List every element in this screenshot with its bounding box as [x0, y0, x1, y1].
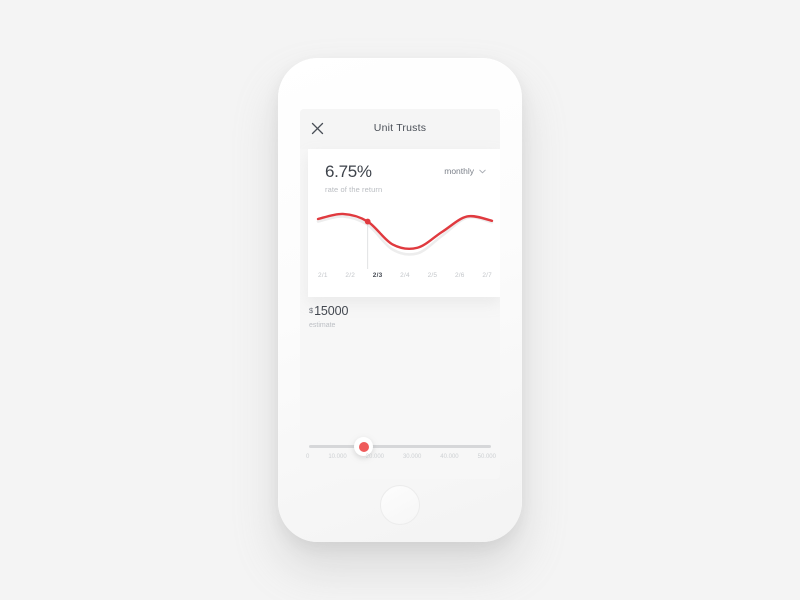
- slider-tick: 20.000: [365, 454, 384, 460]
- rate-caption: rate of the return: [325, 185, 383, 194]
- estimate-caption: estimate: [309, 321, 336, 329]
- slider-scale: 0 10.000 20.000 30.000 40.000 50.000: [306, 454, 496, 460]
- axis-tick: 2/6: [454, 272, 465, 279]
- axis-tick: 2/2: [345, 272, 356, 279]
- slider-tick: 50.000: [477, 454, 496, 460]
- axis-tick: 2/5: [427, 272, 438, 279]
- chevron-down-icon: [479, 169, 486, 174]
- estimate-amount: 15000: [314, 304, 349, 318]
- chart-card: 6.75% rate of the return monthly 2/1 2/2…: [308, 149, 500, 297]
- axis-tick: 2/7: [482, 272, 492, 279]
- axis-tick: 2/1: [318, 272, 328, 279]
- slider-track[interactable]: [309, 445, 491, 448]
- estimate-block: $15000 estimate: [309, 305, 348, 329]
- phone-device-frame: Unit Trusts 6.75% rate of the return mon…: [278, 58, 522, 542]
- slider-tick: 10.000: [328, 454, 347, 460]
- estimate-currency: $: [309, 306, 314, 315]
- axis-tick: 2/4: [400, 272, 410, 279]
- slider-tick: 40.000: [440, 454, 459, 460]
- axis-tick-active: 2/3: [372, 272, 383, 279]
- estimate-value: $15000: [309, 305, 348, 318]
- period-dropdown[interactable]: monthly: [444, 166, 486, 176]
- home-button[interactable]: [380, 485, 420, 525]
- app-bar: Unit Trusts: [300, 109, 500, 149]
- slider-tick: 30.000: [402, 454, 422, 460]
- period-dropdown-label: monthly: [444, 166, 474, 176]
- page-title: Unit Trusts: [373, 122, 427, 134]
- phone-screen: Unit Trusts 6.75% rate of the return mon…: [300, 109, 500, 479]
- estimate-slider[interactable]: 0 10.000 20.000 30.000 40.000 50.000: [306, 437, 496, 465]
- chart-x-axis: 2/1 2/2 2/3 2/4 2/5 2/6 2/7: [318, 272, 492, 279]
- slider-tick: 0: [306, 454, 310, 460]
- return-line-chart: [308, 197, 500, 269]
- rate-of-return-block: 6.75% rate of the return: [325, 163, 382, 194]
- rate-value: 6.75%: [325, 162, 372, 181]
